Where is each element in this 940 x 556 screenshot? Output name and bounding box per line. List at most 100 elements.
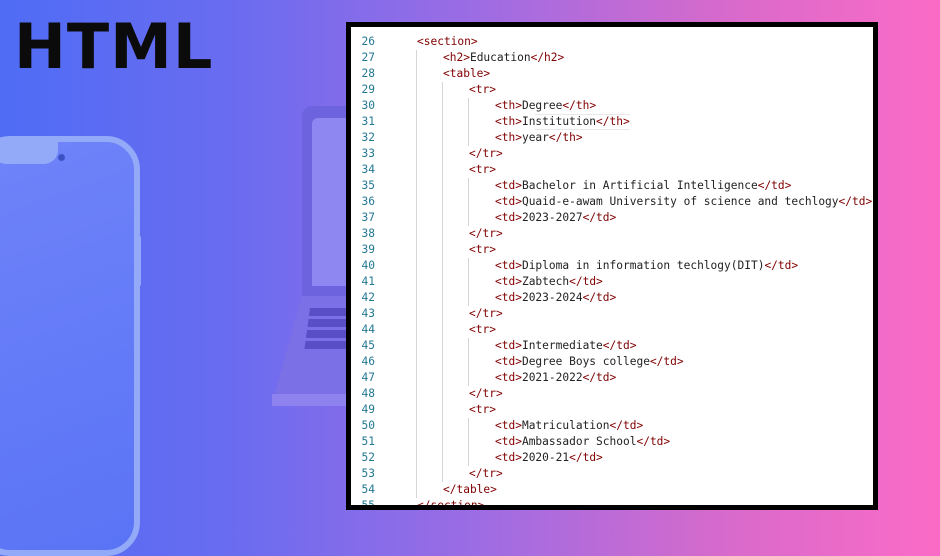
code-text: <td>2023-2024</td>: [495, 291, 617, 304]
code-text: </section>: [417, 499, 485, 510]
code-line[interactable]: 36 <td>Quaid-e-awam University of science…: [351, 194, 873, 210]
code-text: <tr>: [469, 323, 496, 336]
indent-guide: [468, 114, 469, 130]
code-line[interactable]: 41 <td>Zabtech</td>: [351, 274, 873, 290]
indent-guide: [468, 354, 469, 370]
indent-guide: [416, 194, 417, 210]
indent-guide: [416, 242, 417, 258]
line-number: 53: [361, 467, 375, 480]
line-number: 52: [361, 451, 375, 464]
code-line[interactable]: 55 </section>: [351, 498, 873, 510]
indent-guide: [468, 258, 469, 274]
code-text: <tr>: [469, 83, 496, 96]
indent-guide: [442, 242, 443, 258]
code-line[interactable]: 31 <th>Institution</th>: [351, 114, 873, 130]
indent-guide: [442, 290, 443, 306]
code-line[interactable]: 46 <td>Degree Boys college</td>: [351, 354, 873, 370]
line-number: 35: [361, 179, 375, 192]
indent-guide: [416, 322, 417, 338]
indent-guide: [416, 386, 417, 402]
code-text: <th>Institution</th>: [495, 114, 630, 130]
code-line[interactable]: 44 <tr>: [351, 322, 873, 338]
indent-guide: [442, 226, 443, 242]
indent-guide: [442, 178, 443, 194]
code-text: </table>: [443, 483, 497, 496]
indent-guide: [468, 194, 469, 210]
code-line[interactable]: 30 <th>Degree</th>: [351, 98, 873, 114]
line-number: 49: [361, 403, 375, 416]
code-text: <th>year</th>: [495, 131, 583, 144]
code-line[interactable]: 26 <section>: [351, 34, 873, 50]
indent-guide: [416, 98, 417, 114]
code-line[interactable]: 49 <tr>: [351, 402, 873, 418]
laptop-keyboard: [304, 308, 350, 352]
indent-guide: [468, 370, 469, 386]
code-text: <section>: [417, 35, 478, 48]
indent-guide: [442, 402, 443, 418]
code-text: <td>2021-2022</td>: [495, 371, 617, 384]
code-line[interactable]: 37 <td>2023-2027</td>: [351, 210, 873, 226]
code-area[interactable]: 26 <section> 27 <h2>Education</h2> 28 <table>…: [351, 34, 873, 510]
line-number: 48: [361, 387, 375, 400]
code-line[interactable]: 42 <td>2023-2024</td>: [351, 290, 873, 306]
indent-guide: [468, 290, 469, 306]
indent-guide: [442, 162, 443, 178]
code-line[interactable]: 35 <td>Bachelor in Artificial Intelligenc…: [351, 178, 873, 194]
code-text: <td>Degree Boys college</td>: [495, 355, 684, 368]
code-text: <tr>: [469, 163, 496, 176]
line-number: 33: [361, 147, 375, 160]
line-number: 45: [361, 339, 375, 352]
line-number: 28: [361, 67, 375, 80]
line-number: 46: [361, 355, 375, 368]
code-line[interactable]: 39 <tr>: [351, 242, 873, 258]
code-line[interactable]: 32 <th>year</th>: [351, 130, 873, 146]
indent-guide: [416, 402, 417, 418]
indent-guide: [442, 114, 443, 130]
indent-guide: [442, 354, 443, 370]
indent-guide: [442, 258, 443, 274]
code-line[interactable]: 38 </tr>: [351, 226, 873, 242]
indent-guide: [442, 434, 443, 450]
code-line[interactable]: 33 </tr>: [351, 146, 873, 162]
code-text: <td>2020-21</td>: [495, 451, 603, 464]
indent-guide: [468, 98, 469, 114]
code-text: </tr>: [469, 147, 503, 160]
code-line[interactable]: 40 <td>Diploma in information techlogy(DI…: [351, 258, 873, 274]
code-line[interactable]: 27 <h2>Education</h2>: [351, 50, 873, 66]
line-number: 51: [361, 435, 375, 448]
code-text: <tr>: [469, 243, 496, 256]
line-number: 30: [361, 99, 375, 112]
code-line[interactable]: 47 <td>2021-2022</td>: [351, 370, 873, 386]
indent-guide: [416, 306, 417, 322]
line-number: 42: [361, 291, 375, 304]
code-text: <td>Zabtech</td>: [495, 275, 603, 288]
indent-guide: [416, 210, 417, 226]
indent-guide: [442, 82, 443, 98]
indent-guide: [468, 338, 469, 354]
code-line[interactable]: 51 <td>Ambassador School</td>: [351, 434, 873, 450]
code-text: <h2>Education</h2>: [443, 51, 565, 64]
code-line[interactable]: 28 <table>: [351, 66, 873, 82]
indent-guide: [442, 466, 443, 482]
code-editor[interactable]: 26 <section> 27 <h2>Education</h2> 28 <table>…: [346, 22, 878, 510]
code-line[interactable]: 48 </tr>: [351, 386, 873, 402]
code-line[interactable]: 52 <td>2020-21</td>: [351, 450, 873, 466]
code-line[interactable]: 43 </tr>: [351, 306, 873, 322]
code-line[interactable]: 34 <tr>: [351, 162, 873, 178]
indent-guide: [416, 146, 417, 162]
code-text: <td>Matriculation</td>: [495, 419, 644, 432]
line-number: 36: [361, 195, 375, 208]
code-line[interactable]: 45 <td>Intermediate</td>: [351, 338, 873, 354]
line-number: 41: [361, 275, 375, 288]
code-text: </tr>: [469, 467, 503, 480]
code-line[interactable]: 54 </table>: [351, 482, 873, 498]
code-line[interactable]: 53 </tr>: [351, 466, 873, 482]
code-text: <td>Diploma in information techlogy(DIT)…: [495, 259, 799, 272]
indent-guide: [416, 450, 417, 466]
line-number: 47: [361, 371, 375, 384]
line-number: 27: [361, 51, 375, 64]
code-text: <td>Ambassador School</td>: [495, 435, 671, 448]
code-line[interactable]: 50 <td>Matriculation</td>: [351, 418, 873, 434]
code-line[interactable]: 29 <tr>: [351, 82, 873, 98]
page-title: HTML: [14, 10, 214, 83]
